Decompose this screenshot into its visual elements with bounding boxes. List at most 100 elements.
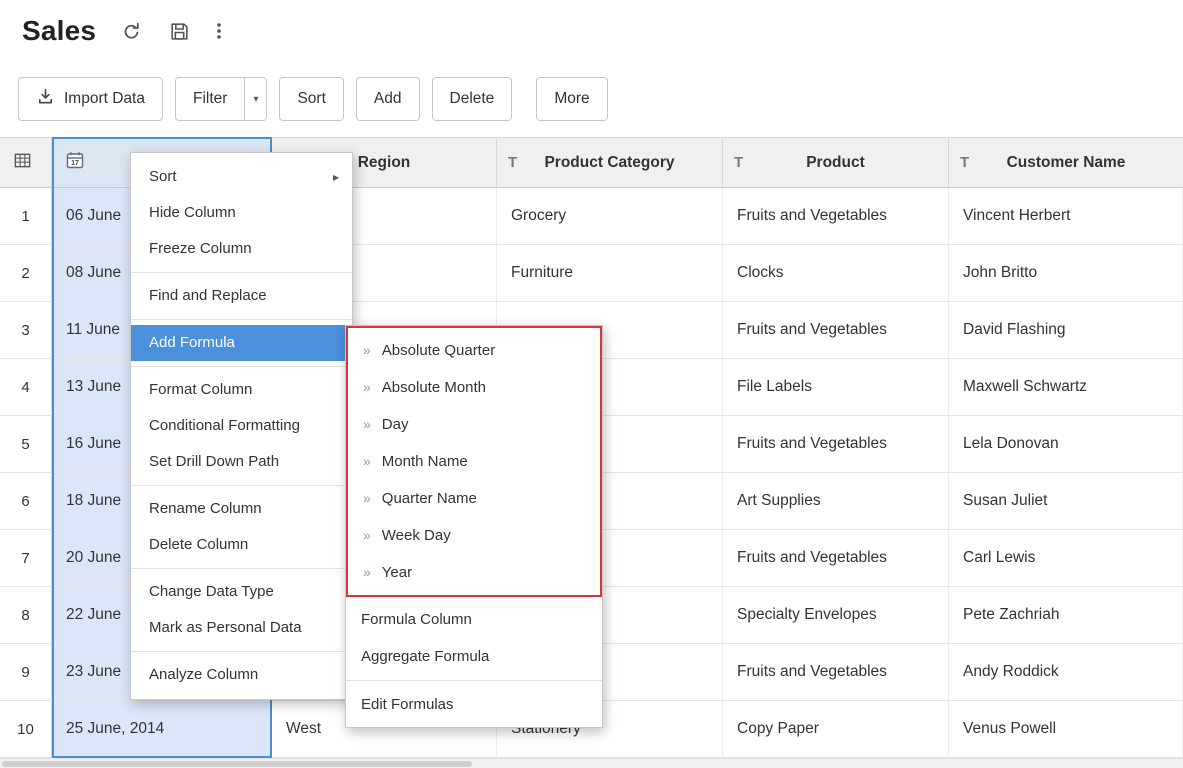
add-button[interactable]: Add [356, 77, 420, 121]
column-header-label: Product [806, 154, 865, 172]
cell-customer[interactable]: Venus Powell [949, 701, 1183, 758]
menu-item-set-drill-down-path[interactable]: Set Drill Down Path [131, 444, 352, 480]
horizontal-scrollbar[interactable] [0, 758, 1183, 768]
submenu-item-edit-formulas[interactable]: Edit Formulas [346, 686, 602, 723]
filter-dropdown-button[interactable]: ▾ [245, 77, 267, 121]
scrollbar-thumb[interactable] [2, 761, 472, 767]
row-number[interactable]: 3 [0, 302, 52, 359]
text-type-icon: T [960, 154, 969, 171]
table-select-all-header[interactable] [0, 137, 52, 188]
row-number[interactable]: 7 [0, 530, 52, 587]
annotation-red-box: »Absolute Quarter »Absolute Month »Day »… [346, 326, 602, 597]
submenu-item-day[interactable]: »Day [348, 406, 600, 443]
submenu-item-aggregate-formula[interactable]: Aggregate Formula [346, 638, 602, 675]
submenu-item-absolute-quarter[interactable]: »Absolute Quarter [348, 332, 600, 369]
column-header-product[interactable]: T Product [723, 137, 949, 188]
filter-split-button: Filter ▾ [175, 77, 267, 121]
add-label: Add [374, 90, 402, 108]
menu-item-freeze-column[interactable]: Freeze Column [131, 231, 352, 267]
submenu-item-month-name[interactable]: »Month Name [348, 443, 600, 480]
column-header-label: Region [358, 154, 411, 172]
refresh-icon [121, 21, 142, 42]
menu-divider [131, 319, 352, 320]
menu-item-delete-column[interactable]: Delete Column [131, 527, 352, 563]
menu-item-mark-as-personal-data[interactable]: Mark as Personal Data [131, 610, 352, 646]
cell-customer[interactable]: Andy Roddick [949, 644, 1183, 701]
save-button[interactable] [166, 18, 192, 44]
kebab-menu-button[interactable] [206, 18, 232, 44]
cell-product[interactable]: Fruits and Vegetables [723, 188, 949, 245]
add-formula-submenu: »Absolute Quarter »Absolute Month »Day »… [345, 325, 603, 728]
page-title: Sales [22, 15, 96, 47]
row-number[interactable]: 5 [0, 416, 52, 473]
delete-button[interactable]: Delete [432, 77, 513, 121]
save-icon [169, 21, 190, 42]
filter-button[interactable]: Filter [175, 77, 245, 121]
menu-item-hide-column[interactable]: Hide Column [131, 195, 352, 231]
cell-category[interactable]: Grocery [497, 188, 723, 245]
menu-divider [131, 651, 352, 652]
cell-product[interactable]: Fruits and Vegetables [723, 530, 949, 587]
row-number[interactable]: 1 [0, 188, 52, 245]
cell-date[interactable]: 25 June, 2014 [52, 701, 272, 758]
cell-customer[interactable]: John Britto [949, 245, 1183, 302]
row-number[interactable]: 9 [0, 644, 52, 701]
cell-product[interactable]: File Labels [723, 359, 949, 416]
row-number[interactable]: 8 [0, 587, 52, 644]
import-data-label: Import Data [64, 90, 145, 108]
row-number[interactable]: 2 [0, 245, 52, 302]
double-chevron-icon: » [363, 342, 371, 358]
calendar-icon: 17 [65, 150, 85, 175]
double-chevron-icon: » [363, 564, 371, 580]
submenu-item-year[interactable]: »Year [348, 554, 600, 591]
text-type-icon: T [734, 154, 743, 171]
column-context-menu: Sort ▸ Hide Column Freeze Column Find an… [130, 152, 353, 700]
cell-category[interactable]: Furniture [497, 245, 723, 302]
submenu-item-week-day[interactable]: »Week Day [348, 517, 600, 554]
toolbar: Import Data Filter ▾ Sort Add Delete Mor… [18, 77, 608, 121]
cell-customer[interactable]: David Flashing [949, 302, 1183, 359]
menu-divider [131, 272, 352, 273]
cell-product[interactable]: Clocks [723, 245, 949, 302]
sort-button[interactable]: Sort [279, 77, 343, 121]
row-number[interactable]: 6 [0, 473, 52, 530]
menu-item-rename-column[interactable]: Rename Column [131, 491, 352, 527]
column-header-product-category[interactable]: T Product Category [497, 137, 723, 188]
column-header-customer-name[interactable]: T Customer Name [949, 137, 1183, 188]
menu-item-analyze-column[interactable]: Analyze Column [131, 657, 352, 693]
import-data-button[interactable]: Import Data [18, 77, 163, 121]
menu-item-find-and-replace[interactable]: Find and Replace [131, 278, 352, 314]
cell-product[interactable]: Fruits and Vegetables [723, 416, 949, 473]
cell-customer[interactable]: Lela Donovan [949, 416, 1183, 473]
row-number[interactable]: 10 [0, 701, 52, 758]
menu-divider [131, 485, 352, 486]
menu-divider [131, 568, 352, 569]
cell-product[interactable]: Fruits and Vegetables [723, 644, 949, 701]
cell-product[interactable]: Copy Paper [723, 701, 949, 758]
submenu-item-formula-column[interactable]: Formula Column [346, 601, 602, 638]
refresh-button[interactable] [118, 18, 144, 44]
cell-product[interactable]: Art Supplies [723, 473, 949, 530]
more-button[interactable]: More [536, 77, 607, 121]
menu-item-sort[interactable]: Sort ▸ [131, 159, 352, 195]
cell-customer[interactable]: Vincent Herbert [949, 188, 1183, 245]
double-chevron-icon: » [363, 490, 371, 506]
column-header-label: Customer Name [1007, 154, 1126, 172]
menu-item-change-data-type[interactable]: Change Data Type [131, 574, 352, 610]
cell-customer[interactable]: Carl Lewis [949, 530, 1183, 587]
menu-item-add-formula[interactable]: Add Formula [131, 325, 352, 361]
menu-item-format-column[interactable]: Format Column [131, 372, 352, 408]
filter-label: Filter [193, 90, 227, 108]
cell-customer[interactable]: Pete Zachriah [949, 587, 1183, 644]
cell-customer[interactable]: Maxwell Schwartz [949, 359, 1183, 416]
submenu-item-absolute-month[interactable]: »Absolute Month [348, 369, 600, 406]
cell-customer[interactable]: Susan Juliet [949, 473, 1183, 530]
cell-product[interactable]: Specialty Envelopes [723, 587, 949, 644]
menu-item-conditional-formatting[interactable]: Conditional Formatting [131, 408, 352, 444]
row-number[interactable]: 4 [0, 359, 52, 416]
cell-product[interactable]: Fruits and Vegetables [723, 302, 949, 359]
column-header-label: Product Category [544, 154, 674, 172]
sort-label: Sort [297, 90, 325, 108]
submenu-item-quarter-name[interactable]: »Quarter Name [348, 480, 600, 517]
more-label: More [554, 90, 589, 108]
